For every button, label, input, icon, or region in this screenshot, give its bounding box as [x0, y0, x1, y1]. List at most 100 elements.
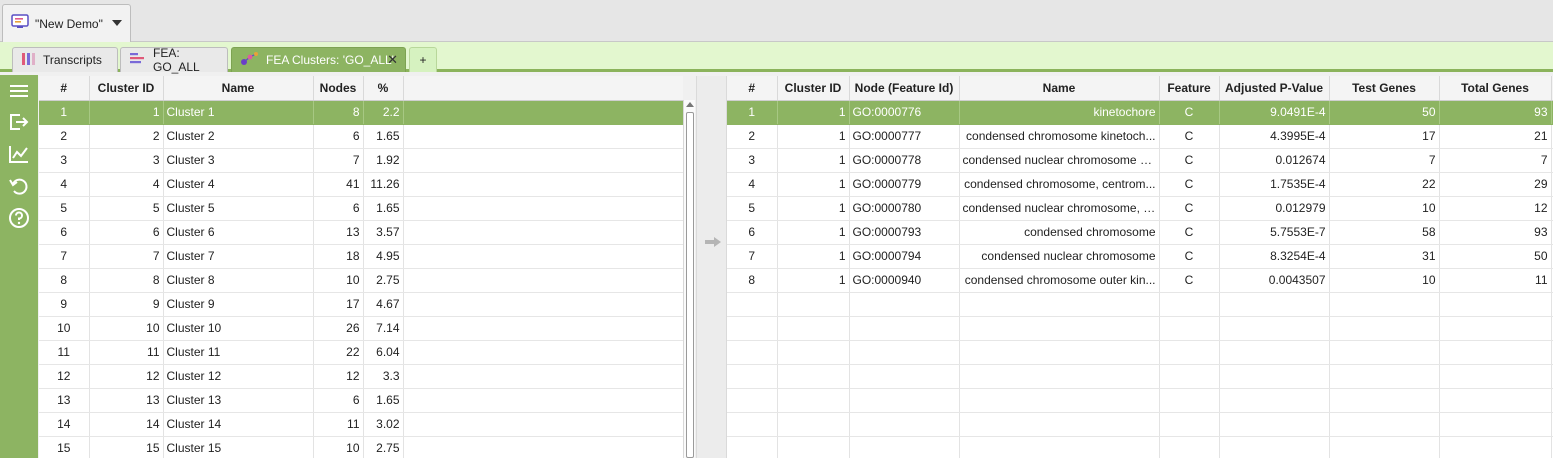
project-menu-chevron-icon[interactable]	[112, 20, 122, 26]
export-icon[interactable]	[7, 110, 31, 134]
empty-cell	[777, 388, 850, 413]
column-header[interactable]: #	[727, 76, 778, 101]
column-header[interactable]: Cluster ID	[89, 76, 164, 101]
table-cell: 3	[89, 148, 164, 173]
table-cell: 41	[313, 172, 364, 197]
table-cell: 2	[727, 124, 778, 149]
filler-cell	[403, 148, 683, 173]
empty-cell	[1219, 388, 1330, 413]
menu-icon[interactable]	[7, 79, 31, 103]
column-header[interactable]: #	[39, 76, 90, 101]
table-row[interactable]: 7 1 GO:0000794 condensed nuclear chromosome…	[727, 244, 1553, 269]
table-cell: 10	[313, 436, 364, 458]
table-row[interactable]: 9 9 Cluster 9 17 4.67	[39, 292, 683, 317]
empty-cell	[727, 436, 778, 458]
table-cell: 5	[39, 196, 90, 221]
table-row[interactable]: 6 1 GO:0000793 condensed chromosome C 5.7553E…	[727, 220, 1553, 245]
table-row[interactable]: 8 1 GO:0000940 condensed chromosome outer k…	[727, 268, 1553, 293]
table-row[interactable]: 1 1 GO:0000776 kinetochore C 9.0491E-4 50 93	[727, 100, 1553, 125]
table-cell: 1.92	[363, 148, 404, 173]
close-tab-icon[interactable]: ✕	[387, 52, 398, 68]
empty-table-row	[727, 316, 1553, 341]
reset-icon[interactable]	[7, 174, 31, 198]
table-row[interactable]: 6 6 Cluster 6 13 3.57	[39, 220, 683, 245]
chart-icon[interactable]	[7, 142, 31, 166]
empty-cell	[1219, 340, 1330, 365]
table-row[interactable]: 7 7 Cluster 7 18 4.95	[39, 244, 683, 269]
table-cell: condensed chromosome outer kin...	[959, 268, 1160, 293]
table-row[interactable]: 14 14 Cluster 14 11 3.02	[39, 412, 683, 437]
table-row[interactable]: 5 5 Cluster 5 6 1.65	[39, 196, 683, 221]
table-row[interactable]: 4 4 Cluster 4 41 11.26	[39, 172, 683, 197]
help-icon[interactable]	[7, 206, 31, 230]
table-cell: 10	[1329, 268, 1440, 293]
empty-table-row	[727, 436, 1553, 458]
table-cell: Cluster 6	[163, 220, 314, 245]
table-cell: condensed chromosome kinetoch...	[959, 124, 1160, 149]
table-row[interactable]: 5 1 GO:0000780 condensed nuclear chromosome…	[727, 196, 1553, 221]
filler-cell	[403, 364, 683, 389]
tab-fea-go-all[interactable]: FEA: GO_ALL	[120, 46, 228, 74]
table-row[interactable]: 11 11 Cluster 11 22 6.04	[39, 340, 683, 365]
table-cell: 15	[39, 436, 90, 458]
column-header[interactable]: Node (Feature Id)	[849, 76, 960, 101]
column-header[interactable]: Total Genes	[1439, 76, 1552, 101]
table-row[interactable]: 15 15 Cluster 15 10 2.75	[39, 436, 683, 458]
tool-sidebar	[0, 75, 38, 458]
table-cell: Cluster 14	[163, 412, 314, 437]
table-cell: 3.02	[363, 412, 404, 437]
table-row[interactable]: 4 1 GO:0000779 condensed chromosome, centro…	[727, 172, 1553, 197]
table-cell: Cluster 1	[163, 100, 314, 125]
column-header[interactable]: Name	[959, 76, 1160, 101]
table-cell: 2.75	[363, 436, 404, 458]
scroll-thumb[interactable]	[686, 112, 694, 458]
table-cell: 4.95	[363, 244, 404, 269]
clusters-scrollbar[interactable]	[683, 100, 695, 458]
empty-table-row	[727, 364, 1553, 389]
empty-cell	[849, 316, 960, 341]
column-header[interactable]: %	[363, 76, 404, 101]
table-cell: 1	[777, 124, 850, 149]
table-cell: 58	[1329, 220, 1440, 245]
tab-fea-clusters[interactable]: FEA Clusters: 'GO_ALL' ✕	[231, 47, 406, 72]
table-cell: 12	[1439, 196, 1552, 221]
table-cell: GO:0000778	[849, 148, 960, 173]
column-header[interactable]: Cluster ID	[777, 76, 850, 101]
add-tab-button[interactable]: +	[409, 47, 437, 72]
column-header[interactable]: Test Genes	[1329, 76, 1440, 101]
table-cell: GO:0000776	[849, 100, 960, 125]
table-cell: 7.14	[363, 316, 404, 341]
column-header[interactable]: Name	[163, 76, 314, 101]
table-cell: 7	[313, 148, 364, 173]
column-header[interactable]: Adjusted P-Value	[1219, 76, 1330, 101]
empty-cell	[727, 340, 778, 365]
table-row[interactable]: 13 13 Cluster 13 6 1.65	[39, 388, 683, 413]
table-cell: Cluster 5	[163, 196, 314, 221]
table-row[interactable]: 3 3 Cluster 3 7 1.92	[39, 148, 683, 173]
table-row[interactable]: 2 1 GO:0000777 condensed chromosome kinetoc…	[727, 124, 1553, 149]
tab-label: FEA Clusters: 'GO_ALL'	[266, 53, 394, 67]
empty-cell	[1329, 436, 1440, 458]
filler-cell	[403, 172, 683, 197]
panel-splitter[interactable]	[696, 76, 727, 458]
table-row[interactable]: 10 10 Cluster 10 26 7.14	[39, 316, 683, 341]
empty-cell	[959, 340, 1160, 365]
project-tab[interactable]: "New Demo"	[2, 4, 131, 42]
table-cell: GO:0000794	[849, 244, 960, 269]
column-header[interactable]: Feature	[1159, 76, 1220, 101]
table-row[interactable]: 3 1 GO:0000778 condensed nuclear chromosome…	[727, 148, 1553, 173]
table-cell: 3	[39, 148, 90, 173]
column-header[interactable]: Nodes	[313, 76, 364, 101]
scroll-up-icon[interactable]	[686, 102, 694, 107]
table-row[interactable]: 1 1 Cluster 1 8 2.2	[39, 100, 683, 125]
empty-cell	[1219, 292, 1330, 317]
table-row[interactable]: 8 8 Cluster 8 10 2.75	[39, 268, 683, 293]
table-cell: 10	[313, 268, 364, 293]
table-cell: 4	[39, 172, 90, 197]
tab-transcripts[interactable]: Transcripts	[12, 47, 118, 72]
table-row[interactable]: 12 12 Cluster 12 12 3.3	[39, 364, 683, 389]
table-cell: 10	[39, 316, 90, 341]
filler-cell	[403, 244, 683, 269]
table-row[interactable]: 2 2 Cluster 2 6 1.65	[39, 124, 683, 149]
arrow-right-icon[interactable]	[704, 236, 722, 248]
